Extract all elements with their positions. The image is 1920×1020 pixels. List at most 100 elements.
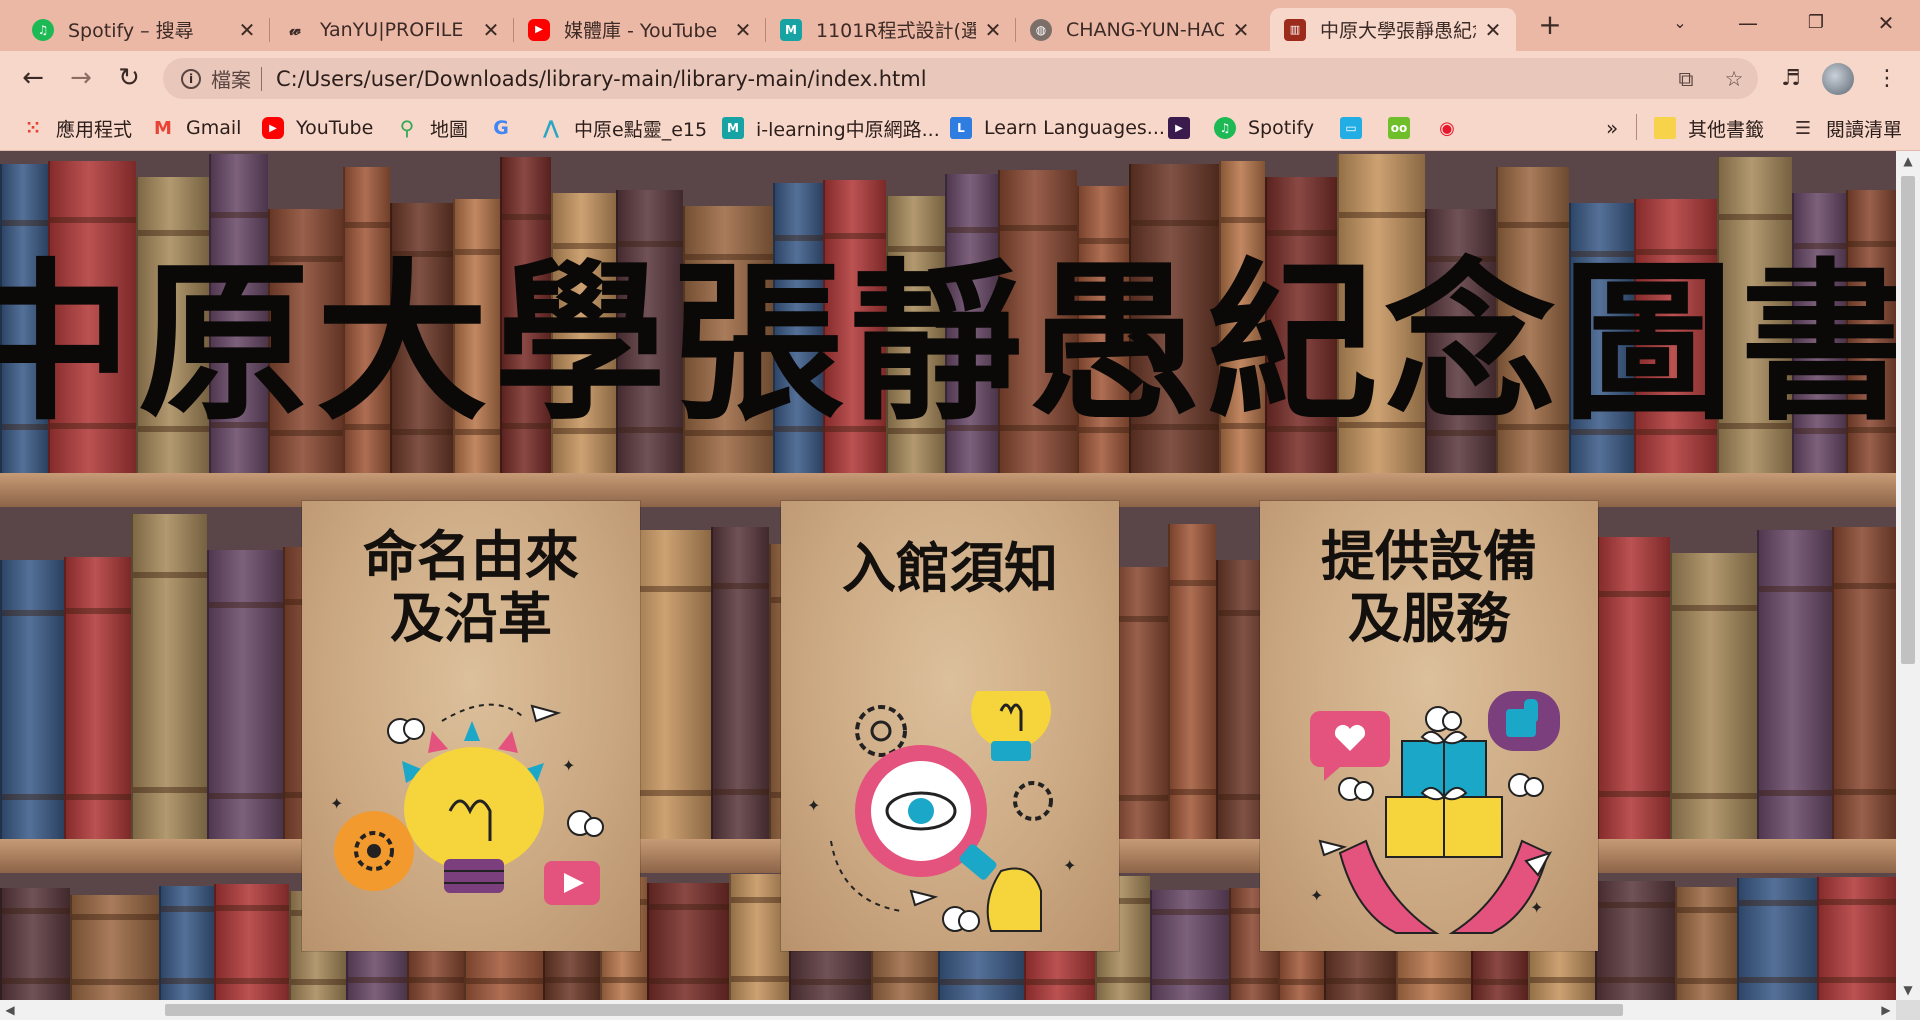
tab-youtube[interactable]: ▶ 媒體庫 - YouTube ✕ xyxy=(514,8,766,51)
tab-title: 中原大學張靜愚紀念 xyxy=(1320,20,1476,42)
bookmark-label: 應用程式 xyxy=(56,118,133,141)
tab-title: 1101R程式設計(選 xyxy=(816,20,976,42)
bookmark-spotify[interactable]: ♫ Spotify xyxy=(1214,113,1314,143)
reading-list-button[interactable]: ☰ 閱讀清單 xyxy=(1792,113,1902,143)
bookmark-apps[interactable]: ⁙ 應用程式 xyxy=(22,113,132,143)
bookmark-gmail[interactable]: M Gmail xyxy=(152,113,241,143)
book-spine xyxy=(1831,526,1896,839)
bookmark-label: YouTube xyxy=(296,117,374,139)
book-spine xyxy=(1816,876,1896,1000)
tab-course[interactable]: M 1101R程式設計(選 ✕ xyxy=(766,8,1016,51)
lightbulb-icon xyxy=(404,747,544,871)
bookmark-label: 閱讀清單 xyxy=(1826,118,1903,141)
profile-avatar[interactable] xyxy=(1822,63,1854,95)
bookmark-play[interactable]: ▶ xyxy=(1168,113,1202,143)
book-spine xyxy=(1669,553,1758,839)
horizontal-scroll-thumb[interactable] xyxy=(165,1004,1623,1016)
tab-chang-yun-hao[interactable]: ◍ CHANG-YUN-HAO ✕ xyxy=(1016,8,1264,51)
card-facilities-services[interactable]: 提供設備 及服務 ✦ ✦ xyxy=(1260,501,1598,951)
book-spine xyxy=(0,560,65,839)
bookmark-i-learning[interactable]: M i-learning中原網路... xyxy=(722,113,940,143)
tab-library-active[interactable]: ▥ 中原大學張靜愚紀念 ✕ xyxy=(1270,8,1516,51)
close-icon[interactable]: ✕ xyxy=(482,18,500,42)
tab-spotify[interactable]: ♫ Spotify – 搜尋 ✕ xyxy=(18,8,270,51)
card-title: 入館須知 xyxy=(842,536,1058,600)
tab-title: Spotify – 搜尋 xyxy=(68,20,194,42)
close-window-button[interactable]: ✕ xyxy=(1866,8,1906,38)
bookmark-e15[interactable]: ⋀ 中原e點靈_e15 xyxy=(540,113,707,143)
close-icon[interactable]: ✕ xyxy=(1232,18,1250,42)
svg-text:✦: ✦ xyxy=(330,794,343,813)
signature-icon: 𝓌 xyxy=(289,19,301,39)
card-admission-notice[interactable]: 入館須知 ✦ ✦ xyxy=(781,501,1119,951)
magnifier-icon xyxy=(855,745,997,880)
scroll-down-icon[interactable]: ▼ xyxy=(1896,980,1920,1000)
book-spine xyxy=(1168,523,1216,839)
minimize-button[interactable]: — xyxy=(1728,8,1768,38)
site-info-icon[interactable]: i xyxy=(181,68,201,89)
cloud-icon xyxy=(1338,777,1374,801)
bookmark-bilibili[interactable]: ▭ xyxy=(1340,113,1374,143)
menu-kebab-icon[interactable]: ⋮ xyxy=(1872,65,1902,93)
scroll-right-icon[interactable]: ▶ xyxy=(1876,1000,1896,1020)
media-control-icon[interactable]: ♬ xyxy=(1776,65,1806,93)
bookmark-other-folder[interactable]: 其他書籤 xyxy=(1654,113,1764,143)
lightbulb-idea-illustration: ✦ ✦ xyxy=(330,703,604,905)
bookmark-youtube[interactable]: ▶ YouTube xyxy=(262,113,373,143)
close-icon[interactable]: ✕ xyxy=(734,18,752,42)
heart-bubble-icon xyxy=(1310,711,1390,781)
translate-icon[interactable]: ⧉ xyxy=(1673,66,1699,92)
svg-text:✦: ✦ xyxy=(1530,898,1543,917)
new-tab-button[interactable]: + xyxy=(1535,10,1565,40)
back-button[interactable]: ← xyxy=(16,61,50,95)
bookmark-star-icon[interactable]: ☆ xyxy=(1721,66,1747,92)
bookmarks-divider xyxy=(1636,114,1637,140)
book-spine xyxy=(1757,530,1832,839)
horizontal-scrollbar[interactable]: ◀ ▶ xyxy=(0,1000,1896,1020)
bookmark-weibo[interactable]: ◉ xyxy=(1436,113,1470,143)
address-bar[interactable]: i 檔案 C:/Users/user/Downloads/library-mai… xyxy=(163,58,1758,99)
book-spine xyxy=(1150,889,1230,1000)
bookmark-learn-languages[interactable]: L Learn Languages... xyxy=(950,113,1165,143)
spotify-icon: ♫ xyxy=(1214,117,1236,139)
book-spine xyxy=(1736,878,1818,1000)
bookmark-google[interactable]: G xyxy=(490,113,524,143)
tab-search-chevron-icon[interactable]: ⌄ xyxy=(1660,8,1700,38)
gear-icon xyxy=(1013,781,1053,821)
lingq-icon: L xyxy=(950,117,972,139)
page-viewport: 中原大學張靜愚紀念圖書館 命名由來 及沿革 xyxy=(0,151,1896,1000)
close-icon[interactable]: ✕ xyxy=(1484,18,1502,42)
svg-text:✦: ✦ xyxy=(1063,856,1076,875)
card-title: 命名由來 及沿革 xyxy=(363,524,579,650)
scroll-up-icon[interactable]: ▲ xyxy=(1896,151,1920,171)
close-icon[interactable]: ✕ xyxy=(984,18,1002,42)
maps-pin-icon: ⚲ xyxy=(399,116,415,140)
scroll-left-icon[interactable]: ◀ xyxy=(0,1000,20,1020)
browser-toolbar: ← → ↻ i 檔案 C:/Users/user/Downloads/libra… xyxy=(0,51,1920,105)
forward-button[interactable]: → xyxy=(64,61,98,95)
bookmarks-bar: ⁙ 應用程式 M Gmail ▶ YouTube ⚲ 地圖 G ⋀ 中原e點靈_… xyxy=(0,105,1920,151)
book-spine xyxy=(206,550,284,839)
vertical-scrollbar[interactable]: ▲ ▼ xyxy=(1896,151,1920,1000)
vertical-scroll-thumb[interactable] xyxy=(1901,176,1915,664)
tab-yanyu-profile[interactable]: 𝓌 YanYU|PROFILE ✕ xyxy=(270,8,514,51)
restore-button[interactable]: ❐ xyxy=(1796,8,1836,38)
bookmark-label: 其他書籤 xyxy=(1688,118,1765,141)
tab-title: 媒體庫 - YouTube xyxy=(564,20,718,42)
bookmark-owl[interactable]: oo xyxy=(1388,113,1422,143)
card-naming-history[interactable]: 命名由來 及沿革 ✦ ✦ xyxy=(302,501,640,951)
close-icon[interactable]: ✕ xyxy=(238,18,256,42)
book-spine xyxy=(729,874,789,1000)
lightbulb-icon xyxy=(971,691,1051,761)
reload-button[interactable]: ↻ xyxy=(112,61,146,95)
bookmark-label: i-learning中原網路... xyxy=(756,118,940,141)
bookmark-maps[interactable]: ⚲ 地圖 xyxy=(396,113,468,143)
bookmarks-overflow-button[interactable]: » xyxy=(1606,113,1618,143)
book-spine xyxy=(213,884,290,1000)
book-spine xyxy=(131,513,207,839)
gift-box-icon xyxy=(1385,730,1503,858)
reading-list-icon: ☰ xyxy=(1794,117,1812,139)
folder-icon xyxy=(1654,117,1676,139)
url-text[interactable]: C:/Users/user/Downloads/library-main/lib… xyxy=(276,67,927,91)
book-spine xyxy=(1675,886,1737,1000)
